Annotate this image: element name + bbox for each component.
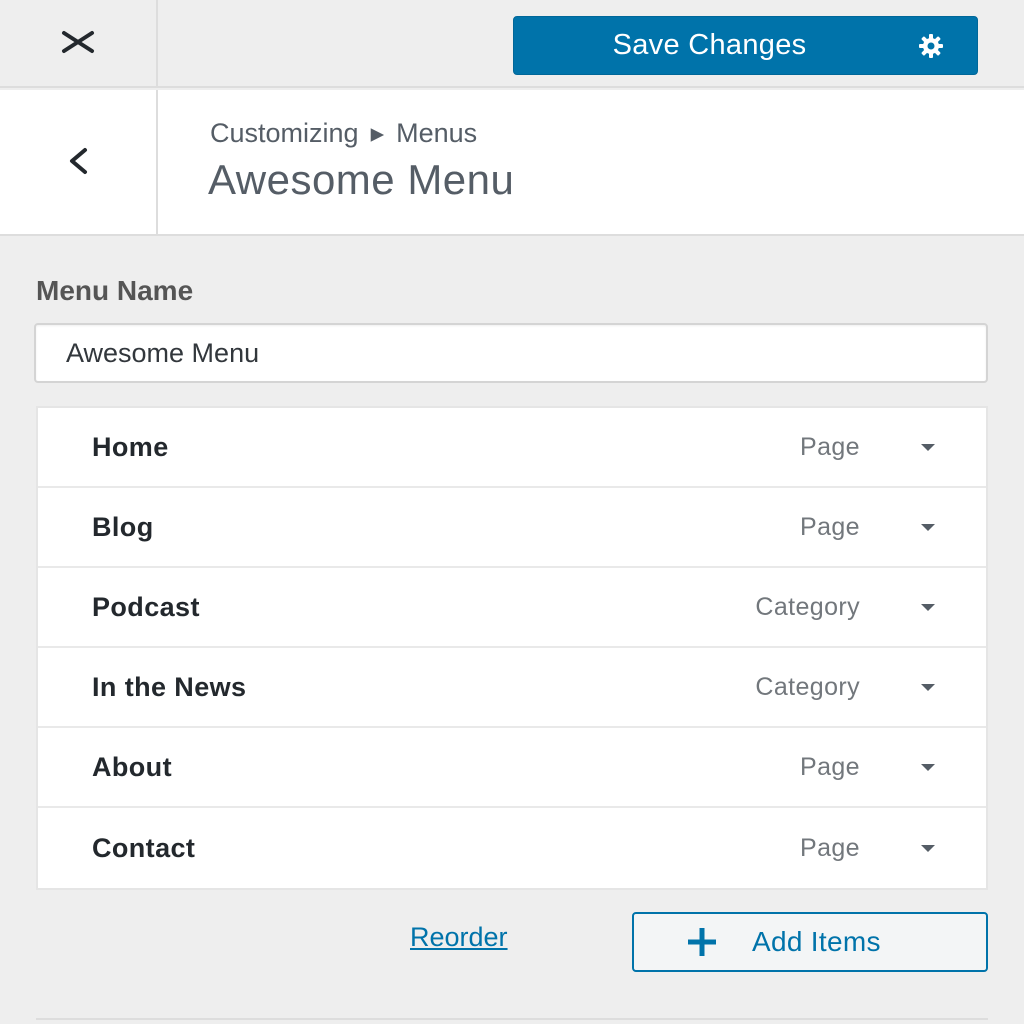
menu-item-type: Category [755, 672, 860, 701]
close-button[interactable] [0, 0, 158, 88]
menu-item-type: Category [755, 592, 860, 621]
menu-item-title: About [92, 751, 172, 782]
divider [36, 1018, 988, 1020]
section-header: Customizing ▸ Menus Awesome Menu [0, 90, 1024, 236]
caret-down-icon[interactable] [910, 669, 946, 705]
save-changes-label[interactable]: Save Changes [514, 17, 885, 74]
breadcrumb-current: Menus [396, 118, 478, 148]
add-items-label: Add Items [752, 926, 881, 957]
menu-item-title: Contact [92, 832, 196, 863]
caret-down-icon[interactable] [910, 830, 946, 866]
add-items-button[interactable]: Add Items [632, 912, 988, 972]
menu-name-label: Menu Name [36, 275, 194, 306]
gear-icon[interactable] [885, 17, 977, 74]
menu-items-list: Home Page Blog Page Podcast Category In … [36, 406, 988, 890]
menu-item-title: Home [92, 431, 169, 462]
menu-item-contact[interactable]: Contact Page [38, 808, 986, 888]
menu-item-type: Page [800, 833, 860, 862]
caret-down-icon[interactable] [910, 749, 946, 785]
caret-down-icon[interactable] [910, 429, 946, 465]
menu-name-input[interactable] [34, 323, 988, 383]
save-changes-button[interactable]: Save Changes [513, 16, 978, 75]
menu-item-podcast[interactable]: Podcast Category [38, 568, 986, 648]
plus-icon [672, 914, 732, 970]
menu-item-title: In the News [92, 671, 247, 702]
back-button[interactable] [0, 90, 158, 236]
menu-item-title: Podcast [92, 591, 200, 622]
menu-item-type: Page [800, 512, 860, 541]
breadcrumb: Customizing ▸ Menus [210, 118, 477, 149]
menu-item-type: Page [800, 752, 860, 781]
chevron-left-icon [65, 144, 91, 183]
close-icon [58, 27, 98, 62]
menu-item-title: Blog [92, 511, 154, 542]
breadcrumb-separator: ▸ [370, 118, 385, 148]
menu-item-type: Page [800, 432, 860, 461]
page-title: Awesome Menu [208, 156, 515, 203]
menu-item-in-the-news[interactable]: In the News Category [38, 648, 986, 728]
caret-down-icon[interactable] [910, 509, 946, 545]
caret-down-icon[interactable] [910, 589, 946, 625]
menu-item-blog[interactable]: Blog Page [38, 488, 986, 568]
breadcrumb-parent: Customizing [210, 118, 359, 148]
menu-item-home[interactable]: Home Page [38, 408, 986, 488]
reorder-link[interactable]: Reorder [410, 922, 508, 953]
customizer-topbar: Save Changes [0, 0, 1024, 88]
menu-item-about[interactable]: About Page [38, 728, 986, 808]
